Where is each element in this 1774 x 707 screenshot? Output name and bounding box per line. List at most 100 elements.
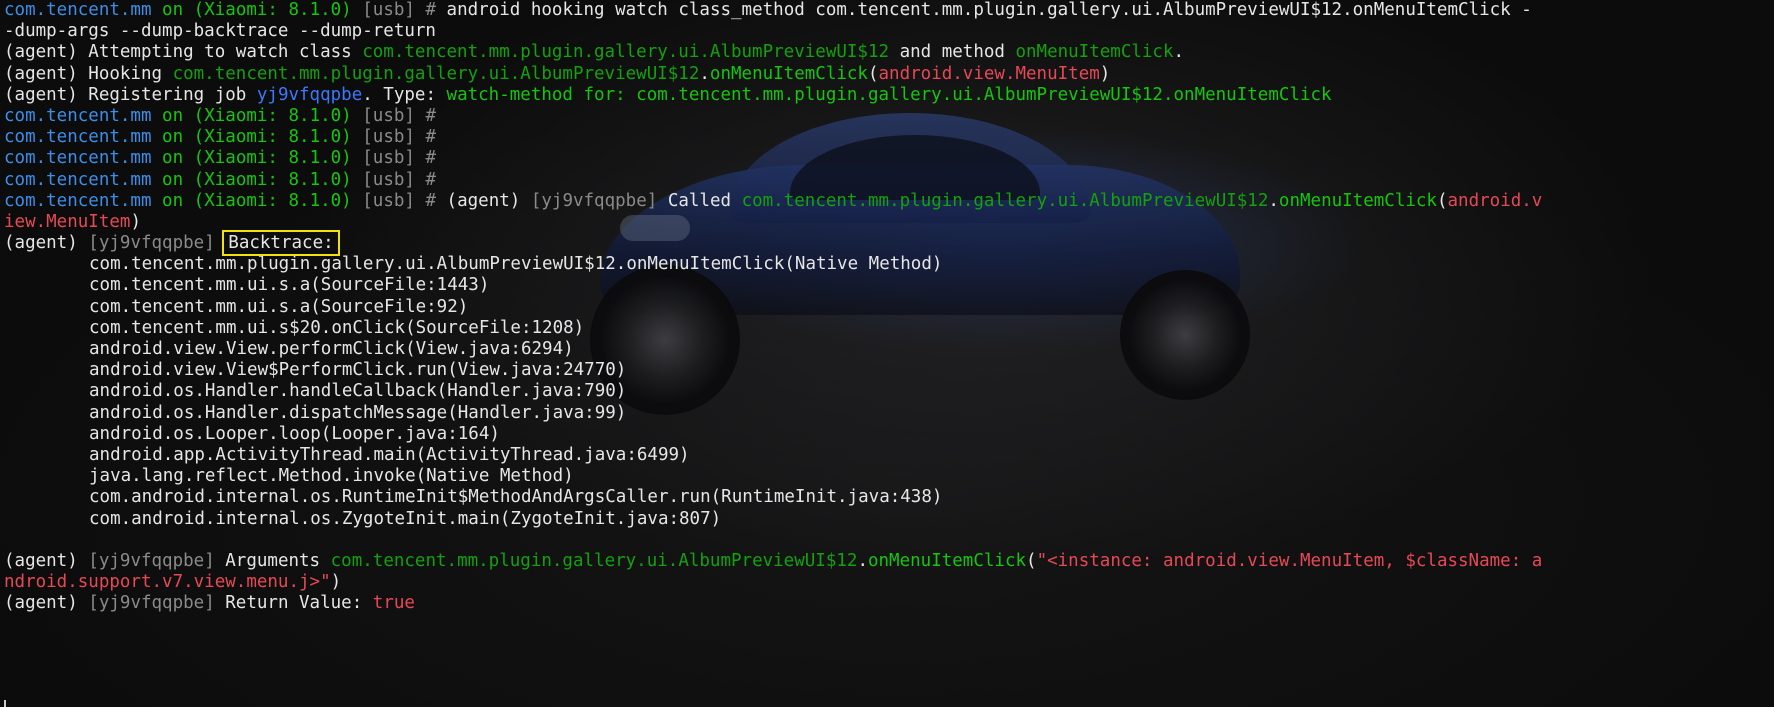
terminal-text-segment: -dump-args --dump-backtrace --dump-retur… [4,21,436,42]
terminal-text-segment: com.android.internal.os.ZygoteInit.main(… [89,508,722,529]
terminal-text-segment: com.tencent.mm [4,105,152,126]
terminal-text-segment: (agent) Registering job [4,84,257,105]
terminal-text-segment: com.tencent.mm.ui.s.a(SourceFile:1443) [89,275,490,296]
terminal-text-segment: (Xiaomi: 8.1.0) [193,190,352,211]
terminal-line: (agent) [yj9vfqqpbe] Backtrace: [4,230,1542,257]
terminal-line: (agent) Attempting to watch class com.te… [4,42,1542,63]
terminal-line: android.app.ActivityThread.main(Activity… [4,445,1542,466]
terminal-text-segment: [yj9vfqqpbe] [88,550,215,571]
terminal-line: com.tencent.mm on (Xiaomi: 8.1.0) [usb] … [4,106,1542,127]
terminal-text-segment: com.android.internal.os.RuntimeInit$Meth… [89,487,943,508]
terminal-text-segment: [usb] # [351,169,437,190]
terminal-text-segment: . [1173,42,1185,63]
terminal-line: com.android.internal.os.ZygoteInit.main(… [4,509,1542,530]
terminal-text-segment: . [1268,190,1279,211]
terminal-text-segment: onMenuItemClick [867,550,1027,571]
terminal-text-segment: android.v [1447,190,1543,211]
terminal-text-segment: on [151,190,194,211]
terminal-text-segment: yj9vfqqpbe [256,84,363,105]
terminal-text-segment: android hooking watch class_method com.t… [446,0,1532,20]
terminal-text-segment: android.app.ActivityThread.main(Activity… [89,444,690,465]
terminal-text-segment: on [151,105,194,126]
terminal-line: -dump-args --dump-backtrace --dump-retur… [4,21,1542,42]
terminal-text-segment: watch-method for: com.tencent.mm.plugin.… [446,84,1332,105]
terminal-line: android.os.Handler.handleCallback(Handle… [4,381,1542,402]
terminal-text-segment: com.tencent.mm [4,148,152,169]
terminal-text-segment: (agent) [446,190,531,211]
terminal-text-segment: (Xiaomi: 8.1.0) [193,127,352,148]
terminal-text-segment: [usb] # [351,190,447,211]
terminal-text-segment: ( [1436,190,1448,211]
terminal-text-segment: (agent) [4,550,89,571]
terminal-text-segment: com.tencent.mm [4,0,152,20]
terminal-line: (agent) Hooking com.tencent.mm.plugin.ga… [4,64,1542,85]
terminal-text-segment: com.tencent.mm.plugin.gallery.ui.AlbumPr… [89,254,943,275]
terminal-text-segment: onMenuItemClick [1278,190,1437,211]
terminal-text-segment: com.tencent.mm [4,169,152,190]
terminal-text-segment: . Type: [362,84,447,105]
terminal-line: (agent) [yj9vfqqpbe] Return Value: true [4,593,1542,614]
terminal-text-segment: iew.MenuItem [4,211,131,232]
terminal-text-segment: [usb] # [351,148,437,169]
terminal-window[interactable]: com.tencent.mm on (Xiaomi: 8.1.0) [usb] … [0,0,1774,707]
terminal-line: android.os.Looper.loop(Looper.java:164) [4,424,1542,445]
terminal-line: com.tencent.mm on (Xiaomi: 8.1.0) [usb] … [4,170,1542,191]
terminal-text-segment: ( [867,63,879,84]
terminal-text-segment: on [151,169,194,190]
terminal-text-segment: [usb] # [351,0,447,20]
terminal-output: com.tencent.mm on (Xiaomi: 8.1.0) [usb] … [4,0,1542,614]
terminal-text-segment: com.tencent.mm.ui.s$20.onClick(SourceFil… [89,317,585,338]
terminal-text-segment: (agent) [4,593,89,614]
terminal-text-segment: android.os.Handler.dispatchMessage(Handl… [89,402,627,423]
terminal-text-segment: android.view.View$PerformClick.run(View.… [89,360,627,381]
terminal-line: iew.MenuItem) [4,212,1542,233]
terminal-line: com.tencent.mm.ui.s$20.onClick(SourceFil… [4,318,1542,339]
terminal-text-segment: Arguments [214,550,331,571]
terminal-line: com.tencent.mm on (Xiaomi: 8.1.0) [usb] … [4,148,1542,169]
terminal-line: (agent) Registering job yj9vfqqpbe. Type… [4,85,1542,106]
terminal-text-segment: android.os.Handler.handleCallback(Handle… [89,381,627,402]
terminal-text-segment: ) [1099,63,1111,84]
terminal-text-segment: android.view.View.performClick(View.java… [89,339,574,359]
terminal-text-segment: on [151,0,194,20]
terminal-line: com.tencent.mm.ui.s.a(SourceFile:92) [4,297,1542,318]
terminal-text-segment: (Xiaomi: 8.1.0) [193,0,352,20]
terminal-text-segment: java.lang.reflect.Method.invoke(Native M… [89,466,574,487]
terminal-text-segment: Called [657,190,742,211]
terminal-text-segment: (Xiaomi: 8.1.0) [193,169,352,190]
terminal-line: com.tencent.mm on (Xiaomi: 8.1.0) [usb] … [4,0,1542,21]
terminal-text-segment: android.os.Looper.loop(Looper.java:164) [89,423,500,444]
text-cursor [4,700,6,707]
terminal-text-segment: com.tencent.mm [4,127,152,148]
terminal-line: ndroid.support.v7.view.menu.j>") [4,572,1542,593]
terminal-text-segment: (agent) Hooking [4,63,173,84]
terminal-text-segment: "<instance: android.view.MenuItem, $clas… [1036,550,1543,571]
terminal-text-segment: true [372,593,415,614]
terminal-text-segment: com.tencent.mm.plugin.gallery.ui.AlbumPr… [741,190,1269,211]
terminal-text-segment: . [857,550,868,571]
terminal-text-segment: ( [1026,550,1037,571]
terminal-text-segment: com.tencent.mm.plugin.gallery.ui.AlbumPr… [362,42,890,63]
terminal-text-segment: android.view.MenuItem [878,63,1100,84]
terminal-line: com.tencent.mm.plugin.gallery.ui.AlbumPr… [4,254,1542,275]
terminal-text-segment: com.tencent.mm.plugin.gallery.ui.AlbumPr… [172,63,700,84]
terminal-line: android.os.Handler.dispatchMessage(Handl… [4,403,1542,424]
terminal-text-segment: and method [889,42,1016,63]
terminal-text-segment: (Xiaomi: 8.1.0) [193,105,352,126]
terminal-text-segment: . [699,63,710,84]
terminal-text-segment: [yj9vfqqpbe] [88,593,215,614]
terminal-text-segment: (agent) Attempting to watch class [4,42,363,63]
terminal-text-segment: ndroid.support.v7.view.menu.j>" [4,572,331,593]
terminal-line: com.android.internal.os.RuntimeInit$Meth… [4,487,1542,508]
terminal-text-segment: com.tencent.mm [4,190,152,211]
terminal-line: com.tencent.mm.ui.s.a(SourceFile:1443) [4,275,1542,296]
terminal-text-segment: (Xiaomi: 8.1.0) [193,148,352,169]
terminal-line: android.view.View.performClick(View.java… [4,339,1542,360]
terminal-text-segment: onMenuItemClick [1015,42,1174,63]
terminal-text-segment: on [151,148,194,169]
terminal-text-segment: ) [330,572,342,593]
terminal-line: com.tencent.mm on (Xiaomi: 8.1.0) [usb] … [4,127,1542,148]
terminal-text-segment: [yj9vfqqpbe] [530,190,658,211]
